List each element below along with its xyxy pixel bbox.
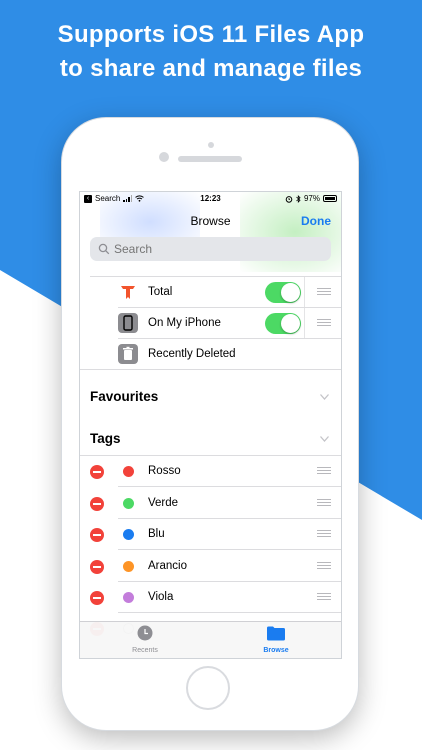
divider [304,277,305,308]
headline-line-2: to share and manage files [59,55,363,82]
toggle-switch[interactable] [265,282,301,303]
tag-label: Viola [148,591,174,603]
tag-label: Arancio [148,560,187,572]
tag-color-dot [123,466,134,477]
front-camera [159,152,169,162]
alarm-icon [285,195,293,203]
toggle-switch[interactable] [265,313,301,334]
tab-browse-label: Browse [263,647,289,654]
tag-label: Blu [148,528,165,540]
bluetooth-icon [296,194,301,203]
reorder-grip-icon[interactable] [317,593,331,601]
clock-icon [137,625,153,641]
delete-minus-icon[interactable] [90,560,104,574]
chevron-down-icon[interactable] [320,436,329,442]
tab-bar: Recents Browse [80,621,341,658]
tag-row-verde[interactable]: Verde [80,488,341,519]
reorder-grip-icon[interactable] [317,288,331,296]
location-row-on-my-iphone[interactable]: On My iPhone [80,308,341,339]
divider [80,369,341,370]
battery-icon [323,195,337,202]
tag-label: Rosso [148,465,181,477]
location-label: Total [148,286,173,298]
folder-icon [267,626,285,641]
total-app-icon [121,286,135,299]
tag-row-viola[interactable]: Viola [80,582,341,613]
location-row-total[interactable]: Total [80,277,341,308]
reorder-grip-icon[interactable] [317,530,331,538]
delete-minus-icon[interactable] [90,591,104,605]
reorder-grip-icon[interactable] [317,319,331,327]
tags-header[interactable]: Tags [90,431,121,446]
navigation-bar: Browse Done [80,212,341,230]
trash-icon [118,344,138,364]
divider [304,308,305,339]
location-label: On My iPhone [148,317,221,329]
search-input[interactable] [114,242,314,256]
delete-minus-icon[interactable] [90,465,104,479]
search-bar[interactable] [90,237,331,261]
location-row-recently-deleted[interactable]: Recently Deleted [80,339,341,370]
tag-color-dot [123,592,134,603]
earpiece-speaker [178,156,242,162]
tab-browse[interactable]: Browse [246,625,306,654]
battery-percent: 97% [303,194,320,203]
tab-recents-label: Recents [132,647,158,654]
done-button[interactable]: Done [301,214,331,228]
tab-recents[interactable]: Recents [115,625,175,654]
tag-row-arancio[interactable]: Arancio [80,551,341,582]
reorder-grip-icon[interactable] [317,499,331,507]
tag-color-dot [123,529,134,540]
speaker-dot [208,142,214,148]
favourites-header[interactable]: Favourites [90,389,158,404]
home-button[interactable] [186,666,230,710]
delete-minus-icon[interactable] [90,528,104,542]
tag-color-dot [123,498,134,509]
iphone-icon [118,313,138,333]
reorder-grip-icon[interactable] [317,467,331,475]
headline: Supports iOS 11 Files App to share and m… [0,18,422,86]
phone-screen: ‹ Search 12:23 97% Browse Done Search To… [79,191,342,659]
headline-line-1: Supports iOS 11 Files App [57,21,365,48]
divider [118,549,341,550]
tag-color-dot [123,561,134,572]
divider [118,486,341,487]
chevron-down-icon[interactable] [320,394,329,400]
reorder-grip-icon[interactable] [317,562,331,570]
tag-row-rosso[interactable]: Rosso [80,456,341,487]
search-icon [98,243,110,255]
location-label: Recently Deleted [148,348,236,360]
status-bar: ‹ Search 12:23 97% [80,192,341,206]
tag-label: Verde [148,497,179,509]
tag-row-blu[interactable]: Blu [80,519,341,550]
delete-minus-icon[interactable] [90,497,104,511]
